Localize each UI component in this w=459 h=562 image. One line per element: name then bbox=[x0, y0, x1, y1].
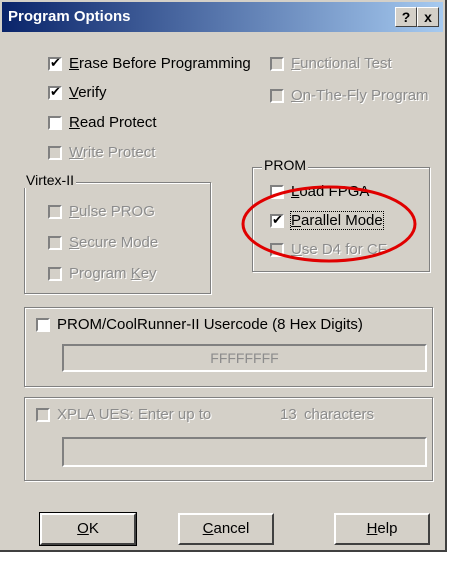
program-key-checkbox[interactable]: Program Key bbox=[48, 265, 157, 282]
usercode-label: PROM/CoolRunner-II Usercode (8 Hex Digit… bbox=[57, 316, 363, 333]
functional-test-label: Functional Test bbox=[291, 55, 392, 72]
title-bar: Program Options ? x bbox=[2, 2, 443, 32]
program-key-label: Program Key bbox=[69, 265, 157, 282]
secure-mode-checkbox[interactable]: Secure Mode bbox=[48, 234, 158, 251]
load-fpga-checkbox[interactable]: Load FPGA bbox=[270, 183, 369, 200]
checkbox-box[interactable] bbox=[270, 184, 284, 199]
xpla-char-count: 13 bbox=[280, 406, 297, 423]
parallel-mode-label: Parallel Mode bbox=[290, 211, 384, 230]
on-the-fly-label: On-The-Fly Program bbox=[291, 87, 429, 104]
write-protect-label: Write Protect bbox=[69, 144, 156, 161]
erase-before-programming-checkbox[interactable]: Erase Before Programming bbox=[48, 55, 251, 72]
usercode-checkbox[interactable]: PROM/CoolRunner-II Usercode (8 Hex Digit… bbox=[36, 316, 363, 333]
help-button[interactable]: Help bbox=[334, 513, 430, 545]
parallel-mode-checkbox[interactable]: Parallel Mode bbox=[270, 211, 384, 230]
secure-mode-label: Secure Mode bbox=[69, 234, 159, 251]
ok-button[interactable]: OK bbox=[39, 512, 137, 546]
prom-group-label: PROM bbox=[262, 157, 308, 173]
use-d4-label: Use D4 for CF bbox=[291, 241, 387, 258]
checkbox-box[interactable] bbox=[48, 145, 62, 160]
virtex-ii-group-label: Virtex-II bbox=[24, 172, 76, 188]
pulse-prog-checkbox[interactable]: Pulse PROG bbox=[48, 203, 155, 220]
xpla-ues-checkbox[interactable]: XPLA UES: Enter up to bbox=[36, 406, 211, 423]
read-protect-checkbox[interactable]: Read Protect bbox=[48, 114, 157, 131]
functional-test-checkbox[interactable]: Functional Test bbox=[270, 55, 392, 72]
program-options-dialog: Program Options ? x Erase Before Program… bbox=[0, 0, 447, 552]
checkbox-box[interactable] bbox=[48, 84, 62, 100]
usercode-input[interactable]: FFFFFFFF bbox=[62, 344, 427, 372]
checkbox-box[interactable] bbox=[270, 88, 284, 103]
use-d4-for-cf-checkbox[interactable]: Use D4 for CF bbox=[270, 241, 387, 258]
load-fpga-label: Load FPGA bbox=[291, 183, 370, 200]
close-icon[interactable]: x bbox=[417, 7, 439, 27]
checkbox-box[interactable] bbox=[48, 266, 62, 281]
checkbox-box[interactable] bbox=[36, 407, 50, 422]
help-icon[interactable]: ? bbox=[395, 7, 417, 27]
write-protect-checkbox[interactable]: Write Protect bbox=[48, 144, 155, 161]
checkbox-box[interactable] bbox=[48, 235, 62, 250]
checkbox-box[interactable] bbox=[48, 55, 62, 71]
xpla-ues-input[interactable] bbox=[62, 437, 427, 467]
checkbox-box[interactable] bbox=[36, 317, 50, 332]
pulse-prog-label: Pulse PROG bbox=[69, 203, 155, 220]
xpla-characters-label: characters bbox=[304, 406, 375, 423]
xpla-label: XPLA UES: Enter up to bbox=[57, 406, 212, 423]
read-protect-label: Read Protect bbox=[69, 114, 157, 131]
cancel-button[interactable]: Cancel bbox=[178, 513, 274, 545]
checkbox-box[interactable] bbox=[48, 204, 62, 219]
window-title: Program Options bbox=[8, 8, 131, 25]
checkbox-box[interactable] bbox=[48, 115, 62, 130]
verify-checkbox[interactable]: Verify bbox=[48, 84, 107, 101]
checkbox-box[interactable] bbox=[270, 56, 284, 71]
erase-label: Erase Before Programming bbox=[69, 55, 251, 72]
checkbox-box[interactable] bbox=[270, 212, 284, 228]
checkbox-box[interactable] bbox=[270, 242, 284, 257]
verify-label: Verify bbox=[69, 84, 107, 101]
on-the-fly-program-checkbox[interactable]: On-The-Fly Program bbox=[270, 87, 429, 104]
